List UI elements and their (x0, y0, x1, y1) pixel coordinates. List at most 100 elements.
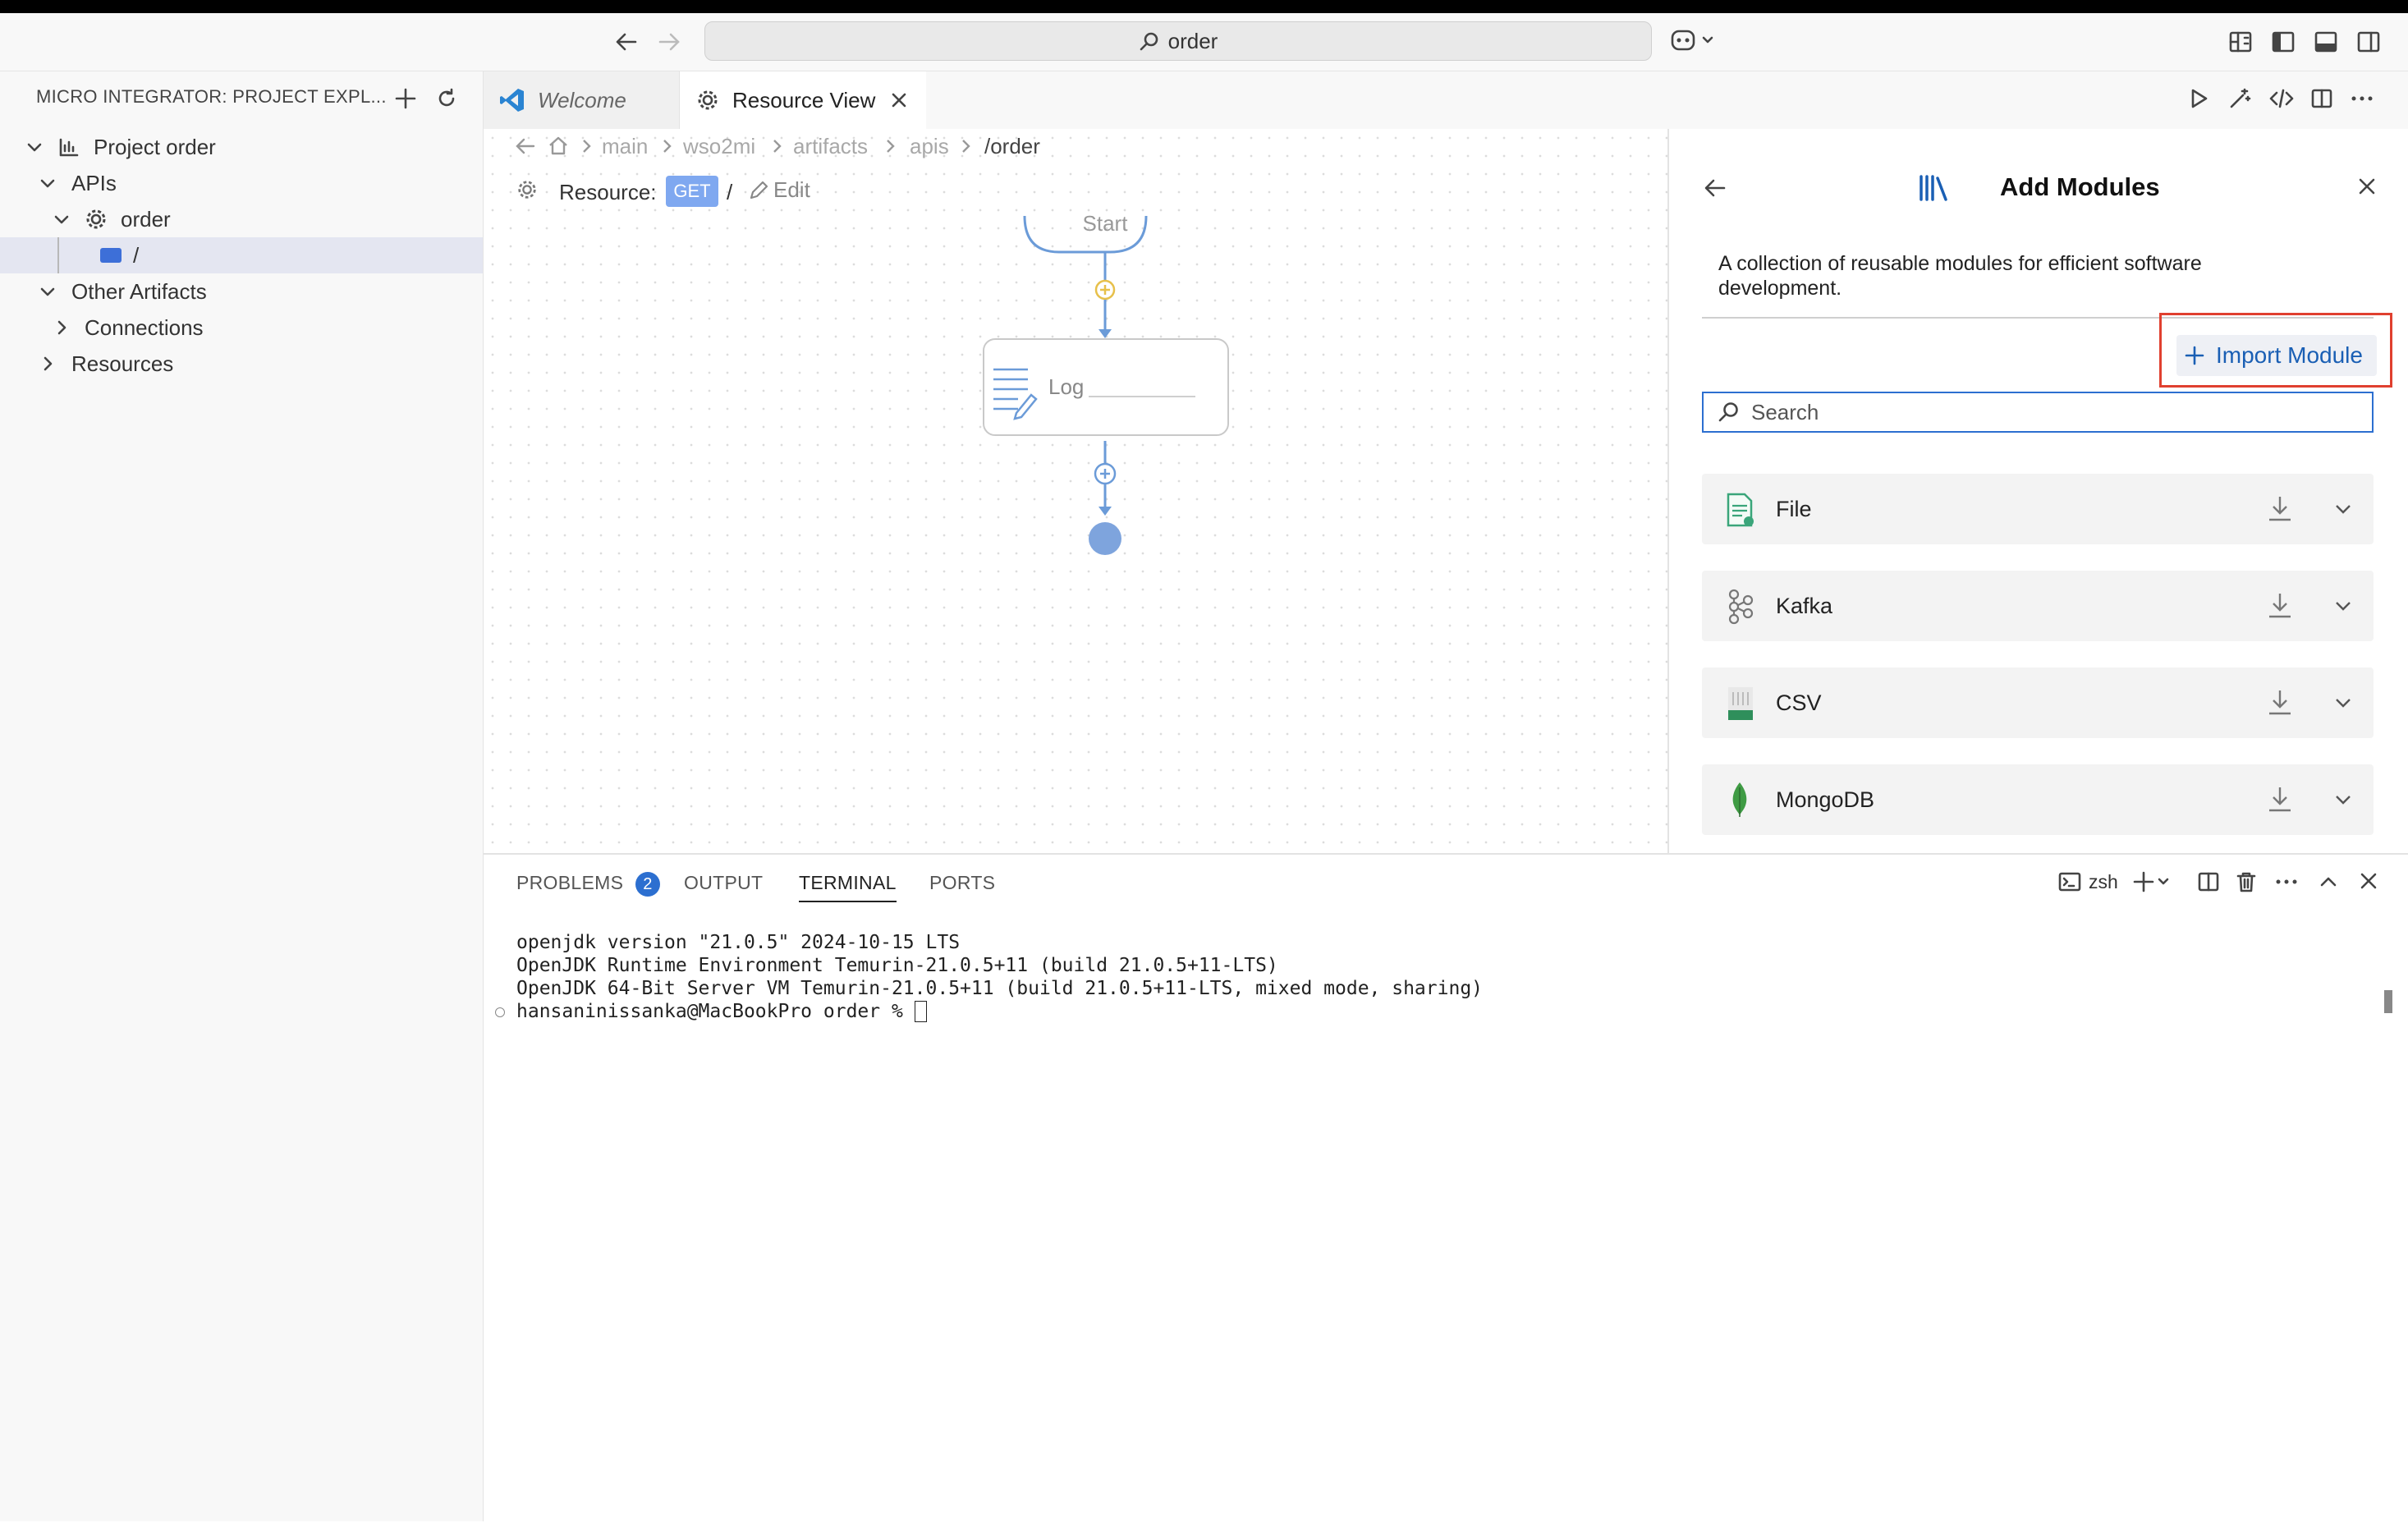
module-row-mongodb[interactable]: MongoDB (1702, 764, 2374, 835)
import-module-button[interactable]: Import Module (2176, 335, 2377, 376)
close-icon[interactable] (2358, 870, 2379, 892)
module-search-input[interactable]: Search (1702, 392, 2374, 433)
terminal-shell-selector[interactable]: zsh (2057, 870, 2118, 893)
chevron-down-icon[interactable] (2332, 498, 2354, 520)
back-arrow-icon[interactable] (614, 30, 639, 54)
bottom-panel (484, 853, 2408, 1523)
flow-arrowhead (1099, 329, 1112, 338)
back-arrow-icon[interactable] (1703, 176, 1727, 200)
split-terminal-icon[interactable] (2197, 870, 2220, 893)
more-actions-icon[interactable] (2350, 87, 2374, 110)
chevron-down-icon[interactable] (2332, 789, 2354, 810)
download-icon[interactable] (2267, 687, 2293, 717)
tab-welcome[interactable]: Welcome (484, 71, 680, 129)
terminal-scrollbar[interactable] (2384, 928, 2392, 1486)
layout-icon[interactable] (2228, 30, 2253, 54)
close-icon[interactable] (2356, 176, 2378, 197)
search-icon (1139, 30, 1160, 52)
csv-module-icon (1725, 686, 1758, 722)
import-module-label: Import Module (2216, 342, 2363, 368)
prompt-status-icon (495, 1007, 505, 1017)
flow-arrowhead (1099, 507, 1112, 516)
source-code-icon[interactable] (2269, 87, 2294, 110)
breadcrumb-item[interactable]: artifacts (793, 134, 868, 159)
tree-item-apis[interactable]: APIs (0, 165, 483, 201)
tree-item-label: Connections (85, 314, 204, 340)
kafka-module-icon (1723, 589, 1756, 625)
home-icon[interactable] (547, 135, 570, 158)
refresh-icon[interactable] (435, 87, 458, 110)
download-icon[interactable] (2267, 590, 2293, 620)
download-icon[interactable] (2267, 493, 2293, 523)
tree-item-connections[interactable]: Connections (0, 310, 483, 346)
trash-icon[interactable] (2235, 870, 2258, 893)
toggle-sidebar-icon[interactable] (2271, 30, 2296, 54)
tree-item-project-order[interactable]: Project order (0, 129, 483, 165)
tab-label: TERMINAL (799, 872, 897, 893)
top-strip (0, 0, 2408, 13)
file-module-icon (1723, 492, 1756, 528)
add-icon[interactable] (394, 87, 417, 110)
tab-output[interactable]: OUTPUT (684, 872, 763, 894)
module-name: File (1776, 497, 1812, 521)
chevron-down-icon[interactable] (2332, 595, 2354, 617)
tree-item-resources[interactable]: Resources (0, 346, 483, 382)
resource-path: / (727, 180, 733, 204)
tree-item-order-api[interactable]: order (0, 201, 483, 237)
tab-ports[interactable]: PORTS (929, 872, 995, 894)
close-icon[interactable] (890, 91, 908, 109)
new-terminal-icon[interactable] (2133, 870, 2172, 893)
panel-description: A collection of reusable modules for eff… (1718, 252, 2202, 300)
tree-item-resource-root[interactable]: / (0, 237, 483, 273)
project-icon (57, 135, 80, 158)
log-node-box (983, 338, 1229, 436)
tree-indent-guide (57, 237, 59, 273)
chevron-down-icon[interactable] (2332, 692, 2354, 713)
tree-item-other-artifacts[interactable]: Other Artifacts (0, 273, 483, 310)
chevron-down-icon (52, 209, 71, 229)
terminal-line: OpenJDK Runtime Environment Temurin-21.0… (516, 955, 1278, 976)
tree-item-label: Resources (71, 351, 174, 376)
tree-item-label: Other Artifacts (71, 278, 207, 304)
breadcrumb-item[interactable]: apis (910, 134, 949, 159)
log-node-label[interactable]: Log (1048, 374, 1084, 400)
maximize-panel-icon[interactable] (2317, 870, 2340, 893)
scrollbar-thumb[interactable] (2384, 990, 2392, 1013)
vscode-logo-icon (498, 86, 526, 114)
command-center-search[interactable]: order (704, 21, 1652, 61)
toggle-secondary-sidebar-icon[interactable] (2356, 30, 2381, 54)
command-center-text: order (1167, 28, 1218, 53)
tab-problems[interactable]: PROBLEMS 2 (516, 872, 660, 897)
chevron-down-icon (25, 137, 44, 157)
edit-label: Edit (773, 177, 810, 202)
resource-label: Resource: (559, 180, 657, 204)
breadcrumb-chevron-icon (578, 136, 596, 156)
tab-label: OUTPUT (684, 872, 764, 893)
search-placeholder: Search (1751, 399, 1819, 424)
breadcrumb-item[interactable]: wso2mi (683, 134, 755, 159)
tree-item-label: order (121, 206, 171, 232)
nav-back-icon[interactable] (514, 135, 537, 158)
tab-terminal[interactable]: TERMINAL (799, 872, 897, 902)
run-icon[interactable] (2187, 87, 2210, 110)
breadcrumb-item[interactable]: main (602, 134, 648, 159)
shell-name: zsh (2089, 870, 2118, 892)
edit-resource-button[interactable]: Edit (747, 177, 810, 203)
download-icon[interactable] (2267, 784, 2293, 814)
chevron-down-icon (38, 282, 57, 301)
module-row-csv[interactable]: CSV (1702, 667, 2374, 738)
terminal-line: openjdk version "21.0.5" 2024-10-15 LTS (516, 932, 961, 953)
tab-resource-view[interactable]: Resource View (680, 71, 926, 129)
split-editor-icon[interactable] (2310, 87, 2333, 110)
module-row-file[interactable]: File (1702, 474, 2374, 544)
resource-method-icon (100, 248, 122, 263)
start-node-label[interactable]: Start (1056, 211, 1154, 236)
magic-wand-icon[interactable] (2228, 87, 2251, 110)
search-icon (1717, 401, 1740, 424)
toggle-panel-icon[interactable] (2314, 30, 2338, 54)
more-actions-icon[interactable] (2274, 870, 2299, 893)
copilot-icon[interactable] (1669, 26, 1715, 56)
forward-arrow-icon[interactable] (657, 30, 681, 54)
module-row-kafka[interactable]: Kafka (1702, 571, 2374, 641)
terminal-prompt[interactable]: hansaninissanka@MacBookPro order % (516, 1001, 927, 1022)
